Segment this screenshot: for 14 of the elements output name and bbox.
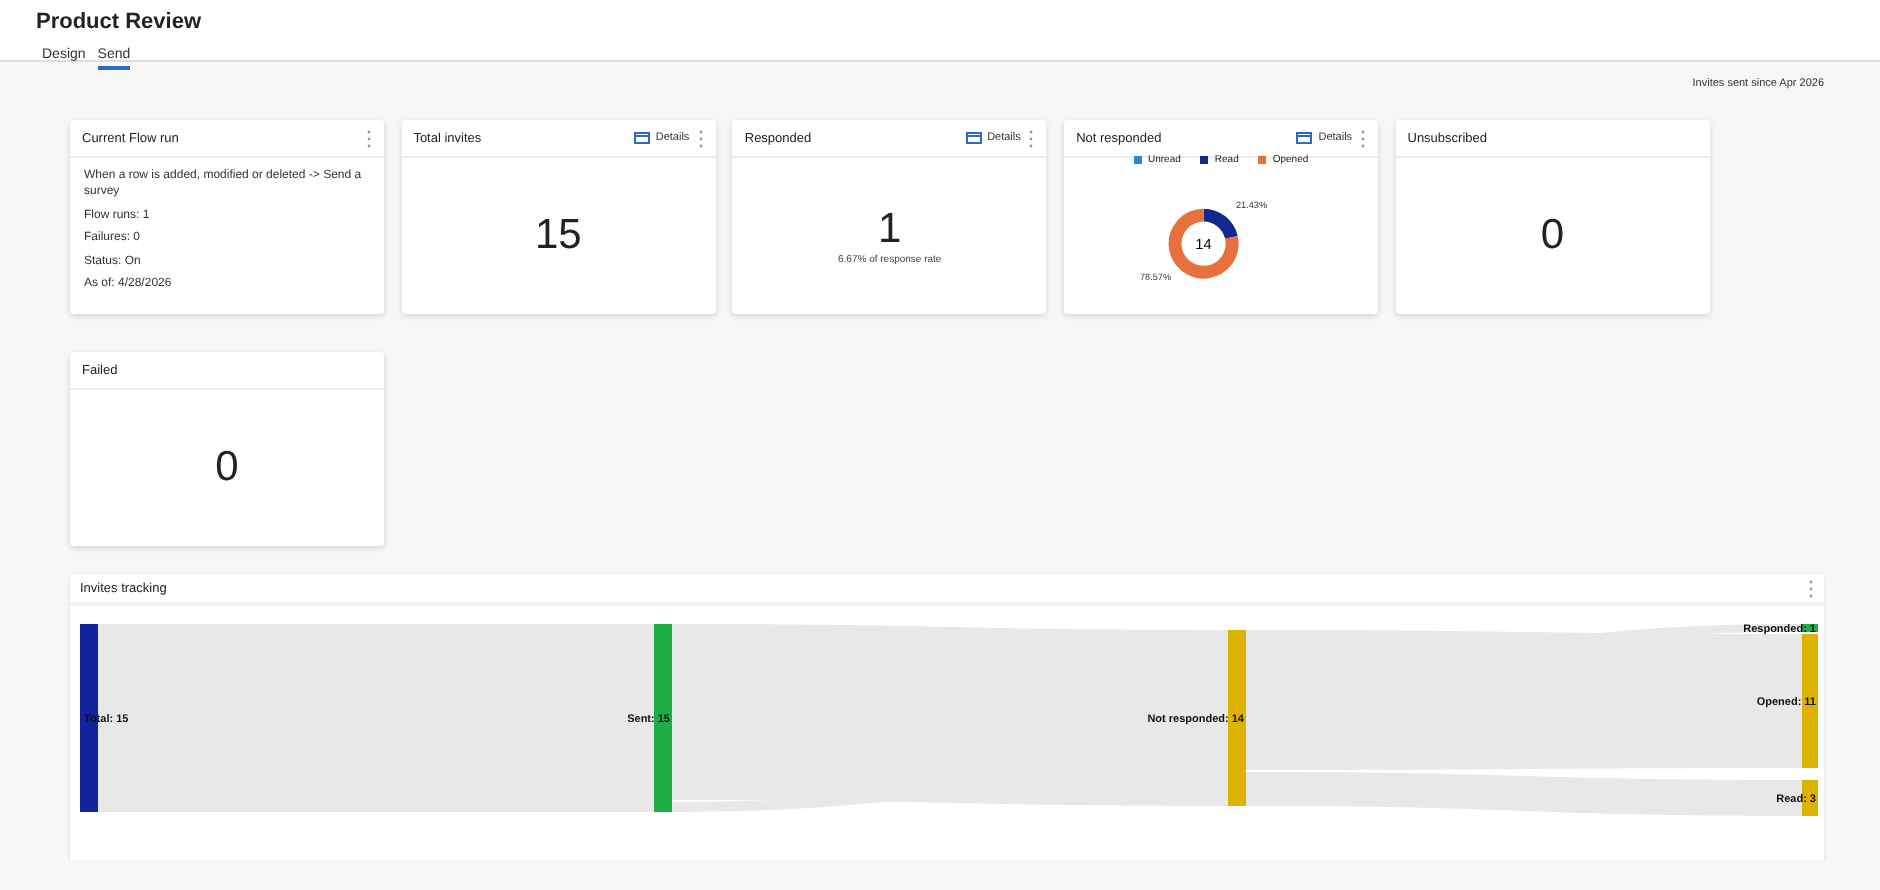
more-options-icon[interactable] (1028, 129, 1035, 147)
more-options-icon[interactable] (366, 129, 372, 147)
metric-value: 0 (215, 444, 239, 492)
more-options-icon[interactable] (1360, 129, 1367, 147)
donut-center-value: 14 (1194, 235, 1211, 254)
metric-value: 0 (1540, 212, 1565, 260)
more-options-icon[interactable] (1808, 579, 1814, 597)
metric-value: 15 (535, 212, 582, 260)
table-icon (965, 132, 982, 144)
more-options-icon[interactable] (697, 129, 704, 147)
table-icon (1296, 132, 1313, 144)
table-icon (633, 132, 650, 144)
metric-value: 1 (878, 206, 902, 254)
page-title: Product Review (36, 10, 204, 34)
